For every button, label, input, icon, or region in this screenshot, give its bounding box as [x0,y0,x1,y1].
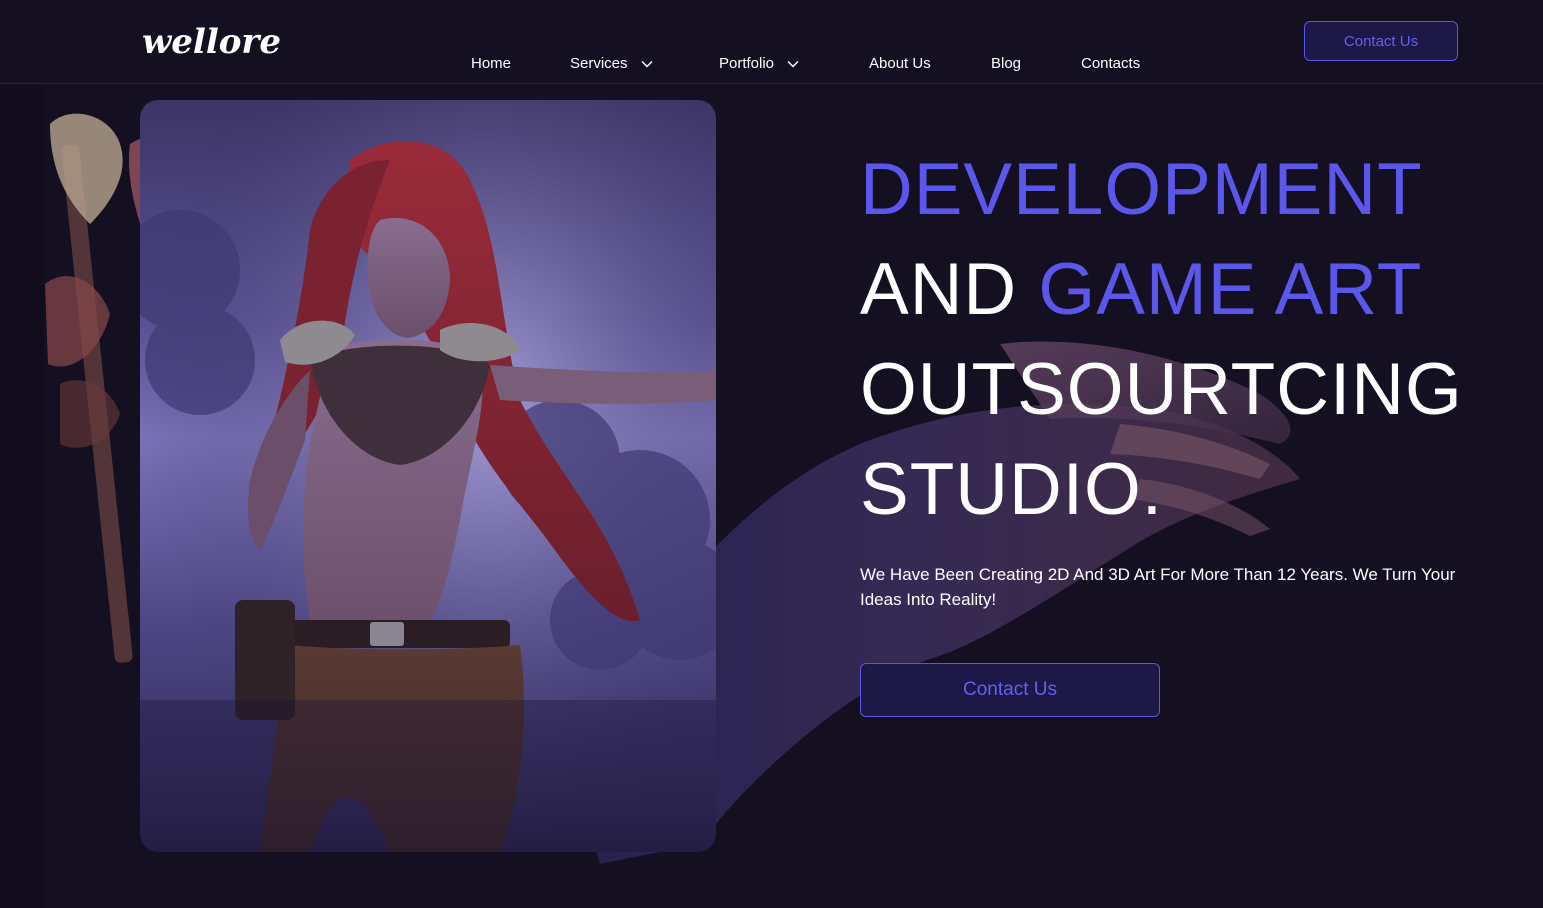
nav-item-label: Home [471,55,512,72]
header-contact-button[interactable]: Contact Us [1304,21,1458,61]
hero-subtitle: We Have Been Creating 2D And 3D Art For … [860,565,1456,609]
heroine-illustration [140,100,716,852]
nav-item-home[interactable]: Home [471,53,511,75]
nav-item-portfolio[interactable]: Portfolio [719,53,800,75]
hero-contact-button[interactable]: Contact Us [860,663,1160,717]
headline-line-2: AND GAME ART [860,240,1463,340]
nav-item-contacts[interactable]: Contacts [1081,53,1140,75]
nav-item-services[interactable]: Services [570,53,654,75]
nav-item-blog[interactable]: Blog [991,53,1021,75]
hero-headline: DEVELOPMENT AND GAME ART OUTSOURTCING ST… [860,140,1463,540]
nav-item-label: Portfolio [719,55,775,72]
chevron-down-icon [641,60,653,68]
chevron-down-icon [787,60,799,68]
headline-line-3: OUTSOURTCING [860,349,1463,430]
headline-line-2-white: AND [860,249,1039,330]
nav-item-about-us[interactable]: About Us [869,53,931,75]
site-header: wellore Home Services Portfolio About Us… [0,0,1543,84]
headline-line-2-accent: GAME ART [1038,249,1423,330]
nav-item-label: Services [570,55,628,72]
nav-item-label: Contacts [1081,55,1141,72]
nav-item-label: Blog [991,55,1022,72]
headline-line-4: STUDIO. [860,449,1164,530]
headline-line-1: DEVELOPMENT [860,149,1423,230]
hero-artwork-card [140,100,716,852]
nav-item-label: About Us [869,55,931,72]
brand-logo[interactable]: wellore [142,22,281,62]
